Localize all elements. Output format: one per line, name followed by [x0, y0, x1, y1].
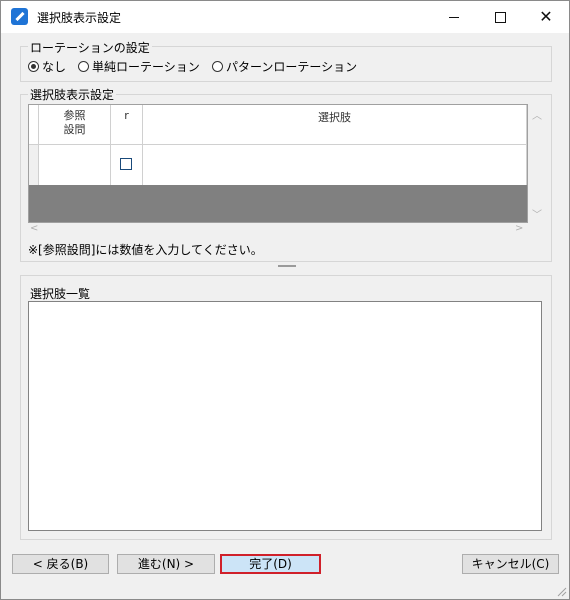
- dialog-window: 選択肢表示設定 ✕ ローテーションの設定 なし 単純ローテーション パターンロー…: [0, 0, 570, 600]
- maximize-icon: [495, 12, 506, 23]
- column-header-ref[interactable]: 参照 設問: [39, 105, 111, 145]
- choice-display-group-title: 選択肢表示設定: [28, 86, 117, 103]
- row-header[interactable]: [29, 145, 39, 185]
- radio-selected-icon: [28, 60, 39, 72]
- radio-simple-rotation[interactable]: 単純ローテーション: [78, 58, 200, 74]
- title-bar: 選択肢表示設定 ✕: [1, 1, 569, 33]
- radio-none-label: なし: [42, 59, 67, 74]
- column-header-r[interactable]: r: [111, 105, 143, 145]
- scroll-left-icon[interactable]: <: [30, 223, 38, 234]
- radio-unselected-icon: [212, 60, 223, 72]
- resize-grip-icon[interactable]: [555, 585, 567, 597]
- next-button[interactable]: 進む(N) >: [117, 554, 215, 574]
- minimize-icon: [449, 17, 459, 18]
- done-button[interactable]: 完了(D): [220, 554, 321, 574]
- row-header-corner: [29, 105, 39, 145]
- r-checkbox[interactable]: [120, 158, 132, 170]
- window-title: 選択肢表示設定: [37, 11, 122, 25]
- splitter-handle[interactable]: [278, 265, 296, 267]
- choice-list-box[interactable]: [28, 301, 542, 531]
- minimize-button[interactable]: [431, 1, 477, 33]
- choice-list-title: 選択肢一覧: [28, 285, 93, 302]
- column-header-choice[interactable]: 選択肢: [143, 105, 527, 145]
- radio-unselected-icon: [78, 60, 89, 72]
- close-icon: ✕: [539, 7, 553, 26]
- cell-ref[interactable]: [39, 145, 111, 185]
- close-button[interactable]: ✕: [523, 1, 569, 33]
- choice-grid[interactable]: 参照 設問 r 選択肢: [28, 104, 528, 223]
- ref-question-note: ※[参照設問]には数値を入力してください。: [28, 243, 263, 257]
- app-pencil-icon: [11, 8, 28, 25]
- cancel-button[interactable]: キャンセル(C): [462, 554, 559, 574]
- column-header-ref-line1: 参照: [63, 109, 86, 122]
- radio-pattern-rotation[interactable]: パターンローテーション: [212, 58, 357, 74]
- maximize-button[interactable]: [477, 1, 523, 33]
- column-header-ref-line2: 設問: [63, 123, 86, 136]
- scroll-right-icon[interactable]: >: [515, 223, 523, 234]
- radio-simple-rotation-label: 単純ローテーション: [92, 59, 200, 74]
- scroll-up-icon[interactable]: ︿: [532, 107, 542, 122]
- scroll-down-icon[interactable]: ﹀: [532, 206, 542, 221]
- radio-none[interactable]: なし: [28, 58, 66, 74]
- cell-choice[interactable]: [143, 145, 527, 185]
- radio-pattern-rotation-label: パターンローテーション: [226, 59, 358, 74]
- back-button[interactable]: < 戻る(B): [12, 554, 109, 574]
- rotation-group-title: ローテーションの設定: [28, 39, 152, 56]
